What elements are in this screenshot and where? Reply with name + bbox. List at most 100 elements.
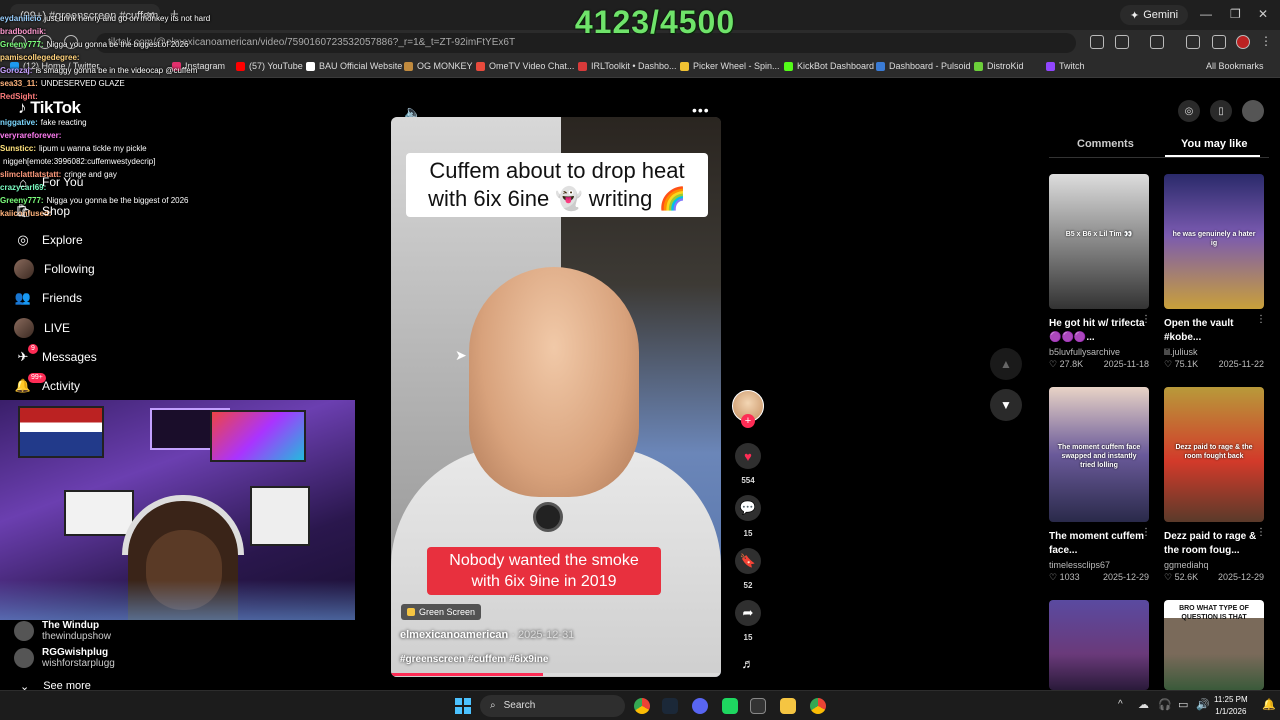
tiktok-logo[interactable]: ♪ TikTok: [18, 98, 81, 118]
bookmark-favicon-icon: [578, 61, 587, 71]
card-title[interactable]: Dezz paid to rage & the room foug...: [1164, 530, 1264, 558]
sound-disc[interactable]: ♬: [735, 650, 761, 676]
video-author-line[interactable]: elmexicanoamerican · 2025-12-31: [400, 629, 574, 641]
video-thumbnail[interactable]: The moment cuffem face swapped and insta…: [1049, 387, 1149, 522]
recommended-video-card[interactable]: The moment cuffem face swapped and insta…: [1049, 387, 1153, 583]
more-options-icon[interactable]: •••: [692, 102, 710, 118]
cloud-icon[interactable]: ☁: [1138, 698, 1149, 711]
video-thumbnail[interactable]: Dezz paid to rage & the room fought back: [1164, 387, 1264, 522]
sidebar-item-following[interactable]: Following: [14, 259, 95, 279]
card-title[interactable]: The moment cuffem face...: [1049, 530, 1149, 558]
video-thumbnail[interactable]: B5 x B6 x Lil Tim 👀: [1049, 174, 1149, 309]
recommended-video-card[interactable]: B5 x B6 x Lil Tim 👀 He got hit w/ trifect…: [1049, 174, 1153, 370]
music-disc-icon: ♬: [741, 655, 755, 671]
more-options-icon[interactable]: ⋮: [1141, 527, 1151, 538]
maximize-icon[interactable]: ❐: [1230, 7, 1241, 21]
notification-icon[interactable]: 🔔: [1262, 698, 1276, 711]
chat-message: eydanilicio just drink henny and go on mo…: [0, 12, 300, 25]
following-account[interactable]: RGGwishplug wishforstarplugg: [14, 647, 115, 669]
bookmark-item[interactable]: DistroKid: [974, 61, 1024, 71]
taskbar-search[interactable]: ⌕ Search: [480, 695, 625, 717]
bookmark-item[interactable]: KickBot Dashboard: [784, 61, 874, 71]
bookmark-favicon-icon: [974, 61, 983, 71]
card-author[interactable]: timelessclips67: [1049, 560, 1153, 570]
comment-button[interactable]: 💬: [735, 495, 761, 521]
sidebar-icon[interactable]: [1150, 35, 1164, 49]
bookmark-item[interactable]: Picker Wheel - Spin...: [680, 61, 780, 71]
tab-comments[interactable]: Comments: [1077, 138, 1134, 150]
next-video-button[interactable]: ▼: [990, 389, 1022, 421]
save-button[interactable]: 🔖: [735, 548, 761, 574]
video-thumbnail[interactable]: BRO WHAT TYPE OF QUESTION IS THAT: [1164, 600, 1264, 690]
card-author[interactable]: ggmediahq: [1164, 560, 1268, 570]
video-progress-bar[interactable]: [391, 673, 721, 676]
video-thumbnail[interactable]: he was genuinely a hater ig: [1164, 174, 1264, 309]
effect-tag[interactable]: Green Screen: [401, 604, 482, 620]
more-options-icon[interactable]: ⋮: [1256, 314, 1266, 325]
bookmark-item[interactable]: Twitch: [1046, 61, 1085, 71]
more-options-icon[interactable]: ⋮: [1141, 314, 1151, 325]
sidebar-item-live[interactable]: LIVE: [14, 318, 70, 338]
bookmark-item[interactable]: Dashboard - Pulsoid: [876, 61, 971, 71]
sidebar-item-activity[interactable]: 🔔 99+ Activity: [14, 373, 80, 396]
more-options-icon[interactable]: ⋮: [1256, 527, 1266, 538]
effect-icon: [407, 608, 415, 616]
chat-text: Nigga you gonna be the biggest of 2026: [46, 40, 189, 49]
bookmark-label: Dashboard - Pulsoid: [889, 61, 971, 71]
sidebar-item-for-you[interactable]: ⌂ For You: [14, 172, 83, 192]
follow-plus-icon[interactable]: +: [741, 414, 755, 428]
profile-icon[interactable]: [1236, 35, 1250, 49]
phone-icon[interactable]: ▯: [1210, 100, 1232, 122]
like-button[interactable]: ♥: [735, 443, 761, 469]
minimize-icon[interactable]: —: [1200, 7, 1212, 21]
all-bookmarks-button[interactable]: All Bookmarks: [1206, 61, 1264, 71]
file-explorer-icon[interactable]: [780, 698, 796, 714]
sidebar-item-messages[interactable]: ✈ 9 Messages: [14, 344, 97, 367]
windows-start-icon[interactable]: [455, 698, 471, 714]
card-author[interactable]: b5luvfullysarchive: [1049, 347, 1153, 357]
taskbar-clock[interactable]: 11:25 PM 1/1/2026: [1214, 694, 1248, 718]
app-icon[interactable]: [722, 698, 738, 714]
reading-list-icon[interactable]: [1212, 35, 1226, 49]
profile-avatar[interactable]: [1242, 100, 1264, 122]
bookmark-item[interactable]: BAU Official Website: [306, 61, 402, 71]
sidebar-item-shop[interactable]: 🛍 Shop: [14, 201, 70, 221]
coin-icon[interactable]: ◎: [1178, 100, 1200, 122]
menu-icon[interactable]: ⋮: [1260, 34, 1274, 48]
sidebar-item-explore[interactable]: ◎ Explore: [14, 230, 82, 250]
extension-icon[interactable]: [1090, 35, 1104, 49]
recommended-video-card[interactable]: [1049, 600, 1153, 690]
share-button[interactable]: ➦: [735, 600, 761, 626]
bookmark-item[interactable]: OG MONKEY: [404, 61, 473, 71]
chrome-active-app-icon[interactable]: [810, 698, 826, 714]
sidebar-item-friends[interactable]: 👥 Friends: [14, 288, 82, 308]
card-title[interactable]: He got hit w/ trifecta 🟣🟣🟣...: [1049, 317, 1149, 345]
recommended-video-card[interactable]: he was genuinely a hater ig Open the vaul…: [1164, 174, 1268, 370]
sidebar-item-label: Friends: [42, 291, 83, 305]
network-icon[interactable]: ▭: [1178, 698, 1188, 711]
recommended-video-card[interactable]: Dezz paid to rage & the room fought back…: [1164, 387, 1268, 583]
chrome-app-icon[interactable]: [634, 698, 650, 714]
tab-you-may-like[interactable]: You may like: [1181, 138, 1247, 150]
video-player[interactable]: Cuffem about to drop heat with 6ix 6ine …: [391, 117, 721, 677]
puzzle-icon[interactable]: [1115, 35, 1129, 49]
tray-chevron-icon[interactable]: ^: [1118, 699, 1123, 710]
video-thumbnail[interactable]: [1049, 600, 1149, 690]
discord-app-icon[interactable]: [692, 698, 708, 714]
bookmark-item[interactable]: IRLToolkit • Dashbo...: [578, 61, 677, 71]
download-icon[interactable]: [1186, 35, 1200, 49]
headset-tray-icon[interactable]: 🎧: [1158, 698, 1172, 711]
obs-app-icon[interactable]: [750, 698, 766, 714]
card-title[interactable]: Open the vault #kobe...: [1164, 317, 1264, 345]
close-window-icon[interactable]: ✕: [1258, 7, 1268, 21]
bookmark-item[interactable]: OmeTV Video Chat...: [476, 61, 574, 71]
previous-video-button[interactable]: ▲: [990, 348, 1022, 380]
following-account[interactable]: The Windup thewindupshow: [14, 620, 111, 642]
volume-tray-icon[interactable]: 🔊: [1196, 698, 1210, 711]
thumbnail-caption: B5 x B6 x Lil Tim 👀: [1065, 231, 1133, 238]
video-hashtags[interactable]: #greenscreen #cuffem #6ix9ine: [400, 654, 548, 665]
gemini-button[interactable]: ✦ Gemini: [1120, 5, 1189, 25]
steam-app-icon[interactable]: [662, 698, 678, 714]
card-author[interactable]: lil.juliusk: [1164, 347, 1268, 357]
recommended-video-card[interactable]: BRO WHAT TYPE OF QUESTION IS THAT: [1164, 600, 1268, 690]
